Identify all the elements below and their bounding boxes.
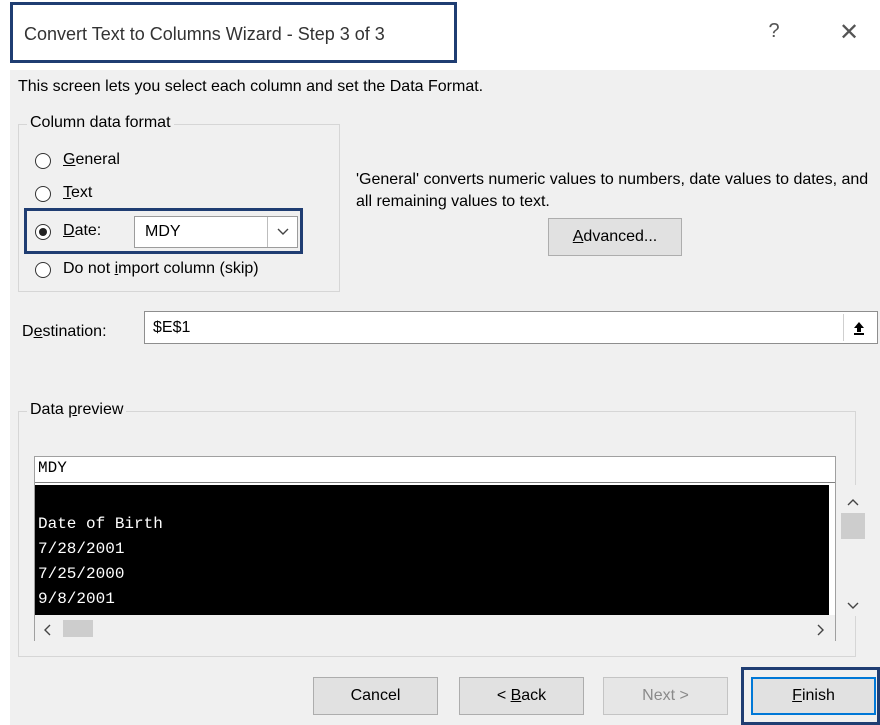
title-highlight-box: [10, 2, 457, 63]
radio-skip-label: Do not import column (skip): [63, 260, 259, 277]
preview-column-header-text: MDY: [38, 459, 67, 477]
destination-input[interactable]: $E$1: [144, 311, 878, 344]
scroll-down-icon[interactable]: [847, 597, 859, 615]
next-button[interactable]: Next >: [603, 677, 728, 715]
column-data-format-label: Column data format: [27, 114, 174, 132]
destination-value: $E$1: [153, 319, 191, 336]
close-icon[interactable]: ✕: [836, 18, 862, 47]
cancel-button-label: Cancel: [350, 687, 401, 704]
radio-skip-option[interactable]: Do not import column (skip): [35, 260, 335, 282]
destination-label: Destination:: [22, 323, 107, 340]
preview-column-header[interactable]: MDY: [35, 457, 835, 483]
radio-general[interactable]: [35, 153, 51, 169]
horizontal-scroll-thumb[interactable]: [63, 620, 93, 637]
advanced-button[interactable]: Advanced...: [548, 218, 682, 256]
preview-row: 7/28/2001: [38, 540, 125, 558]
back-button-label: < Back: [496, 687, 547, 704]
data-preview-pane[interactable]: MDY Date of Birth 7/28/2001 7/25/2000 9/…: [34, 456, 869, 641]
radio-general-option[interactable]: General: [35, 151, 235, 173]
radio-text[interactable]: [35, 186, 51, 202]
vertical-scrollbar[interactable]: [837, 485, 869, 616]
finish-highlight-box: [741, 667, 880, 725]
radio-skip[interactable]: [35, 262, 51, 278]
next-button-label: Next >: [642, 687, 689, 704]
scroll-left-icon[interactable]: [43, 623, 51, 641]
preview-row: 9/8/2001: [38, 590, 115, 608]
radio-general-label: General: [63, 151, 120, 168]
date-highlight-box: [24, 208, 303, 254]
vertical-scroll-thumb[interactable]: [841, 513, 865, 539]
back-button[interactable]: < Back: [459, 677, 584, 715]
format-description: 'General' converts numeric values to num…: [356, 171, 869, 210]
advanced-button-label: Advanced...: [572, 228, 658, 245]
collapse-dialog-icon[interactable]: [843, 314, 874, 341]
scroll-right-icon[interactable]: [817, 623, 825, 641]
cancel-button[interactable]: Cancel: [313, 677, 438, 715]
preview-row: 7/25/2000: [38, 565, 125, 583]
preview-row: Date of Birth: [38, 515, 163, 533]
radio-text-option[interactable]: Text: [35, 184, 235, 206]
data-preview-label: Data preview: [27, 401, 127, 419]
preview-column-data[interactable]: Date of Birth 7/28/2001 7/25/2000 9/8/20…: [35, 485, 829, 616]
radio-text-label: Text: [63, 184, 93, 201]
help-icon[interactable]: ?: [764, 20, 784, 43]
horizontal-scrollbar[interactable]: [35, 615, 835, 641]
intro-text: This screen lets you select each column …: [18, 78, 484, 95]
scroll-up-icon[interactable]: [847, 493, 859, 511]
